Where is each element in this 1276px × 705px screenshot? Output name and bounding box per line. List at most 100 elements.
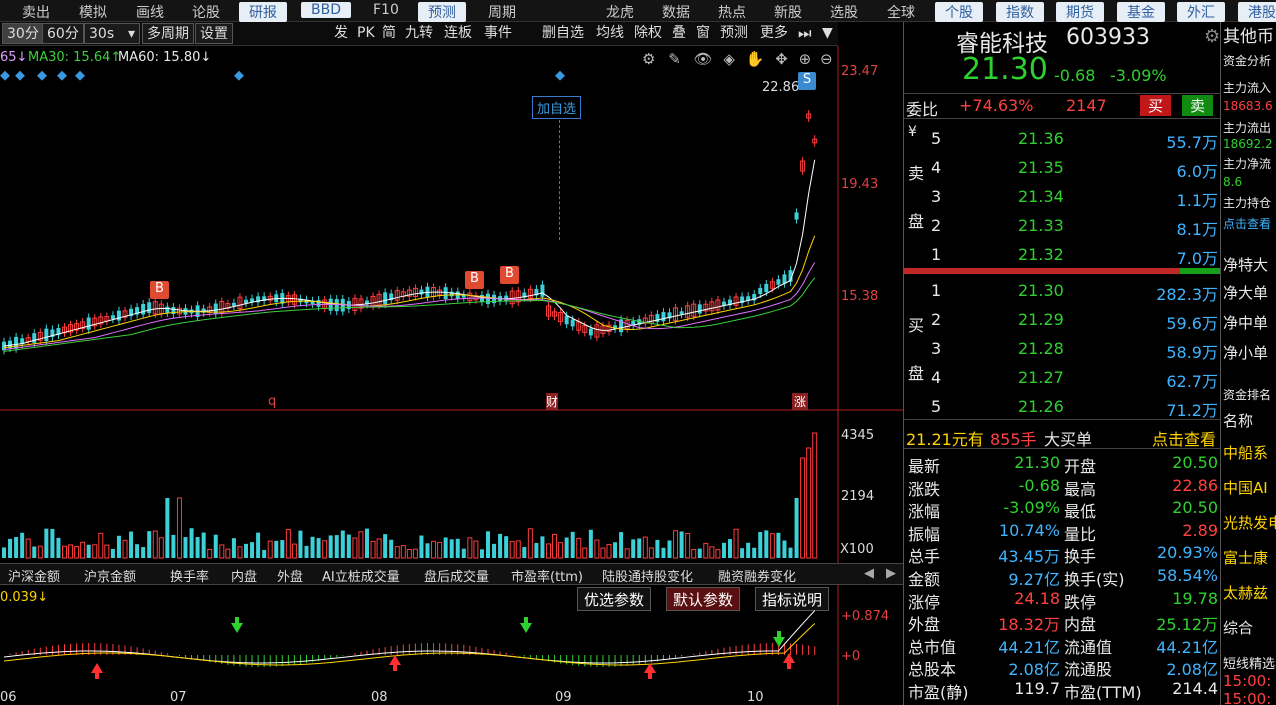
menu-14[interactable]: 全球 [887, 2, 915, 22]
menu-13[interactable]: 选股 [830, 2, 858, 22]
bid-level: 3 [931, 339, 942, 358]
zoom-in-icon[interactable]: ⊕ [799, 50, 812, 68]
toolbar-button-3[interactable]: 九转 [405, 23, 433, 44]
toolbar-button-7[interactable]: 均线 [596, 23, 624, 44]
pen-icon[interactable]: ✎ [668, 50, 681, 68]
settings-button[interactable]: 设置 [195, 23, 233, 44]
net-xl-label: 净特大 [1223, 256, 1269, 274]
big-order-link[interactable]: 点击查看 [1152, 426, 1216, 450]
buy-button[interactable]: 买 [1140, 95, 1172, 116]
sector-item[interactable]: 光热发电 [1223, 512, 1276, 533]
menu-8[interactable]: 周期 [488, 2, 516, 22]
stat-label: 涨跌 [908, 479, 941, 499]
indicator-tab-0[interactable]: 沪深金额 [8, 566, 60, 585]
indicator-tab-6[interactable]: 盘后成交量 [424, 566, 489, 585]
indicator-tab-5[interactable]: AI立桩成交量 [322, 566, 400, 585]
toolbar-button-5[interactable]: 事件 [484, 23, 512, 44]
toolbar-button-8[interactable]: 除权 [634, 23, 662, 44]
collapse-arrow-icon[interactable]: ⏭ [798, 23, 812, 44]
zoom-out-icon[interactable]: ⊖ [820, 50, 833, 68]
hand-icon[interactable]: ✋ [746, 50, 765, 68]
menu-19[interactable]: 外汇 [1177, 2, 1225, 22]
limit-event-marker[interactable]: 涨 [792, 393, 809, 410]
scroll-right-icon[interactable]: ▶ [886, 566, 896, 581]
main-hold-link[interactable]: 点击查看 [1223, 215, 1271, 232]
menu-5[interactable]: BBD [301, 2, 351, 18]
period-30min-button[interactable]: 30分 [2, 23, 44, 44]
time-1: 15:00: [1223, 672, 1272, 690]
period-30s-select[interactable]: 30s ▾ [84, 23, 140, 44]
indicator-tab-7[interactable]: 市盈率(ttm) [511, 566, 583, 585]
move-icon[interactable]: ✥ [775, 50, 788, 68]
sector-item[interactable]: 综合 [1223, 617, 1253, 638]
oscillator-chart[interactable] [0, 585, 903, 705]
main-net-label: 主力净流 [1223, 157, 1272, 171]
layers-icon[interactable]: ◈ [723, 50, 735, 68]
toolbar-button-4[interactable]: 连板 [444, 23, 472, 44]
stat-label: 最低 [1064, 502, 1097, 522]
toolbar-button-1[interactable]: PK [357, 23, 375, 44]
event-q-marker[interactable]: q [268, 394, 276, 409]
indicator-tab-1[interactable]: 沪京金额 [84, 566, 136, 585]
price-change: -0.68 [1054, 66, 1096, 85]
sector-item[interactable]: 太赫兹 [1223, 582, 1268, 603]
main-outflow-label: 主力流出 [1223, 121, 1272, 135]
menu-7[interactable]: 预测 [418, 2, 466, 22]
indicator-tab-8[interactable]: 陆股通持股变化 [602, 566, 693, 585]
menu-0[interactable]: 卖出 [22, 2, 50, 22]
toolbar-button-11[interactable]: 预测 [720, 23, 748, 44]
finance-event-marker[interactable]: 财 [546, 393, 559, 410]
settings-gear-icon[interactable]: ⚙ [642, 50, 655, 68]
toolbar-button-12[interactable]: 更多 [760, 23, 788, 44]
indicator-tab-2[interactable]: 换手率 [170, 566, 209, 585]
toolbar-button-0[interactable]: 发 [334, 23, 348, 44]
sector-item[interactable]: 富士康 [1223, 547, 1268, 568]
menu-15[interactable]: 个股 [935, 2, 983, 22]
indicator-tab-4[interactable]: 外盘 [277, 566, 303, 585]
menu-20[interactable]: 港股 [1238, 2, 1276, 22]
main-inflow-value: 18683.6 [1223, 99, 1273, 113]
dropdown-arrow-icon[interactable]: ▼ [822, 23, 833, 44]
menu-17[interactable]: 期货 [1056, 2, 1104, 22]
menu-12[interactable]: 新股 [774, 2, 802, 22]
indicator-tab-9[interactable]: 融资融券变化 [718, 566, 796, 585]
menu-10[interactable]: 数据 [662, 2, 690, 22]
sell-button[interactable]: 卖 [1182, 95, 1214, 116]
stat-label: 开盘 [1064, 457, 1097, 476]
menu-3[interactable]: 论股 [192, 2, 220, 22]
menu-1[interactable]: 模拟 [79, 2, 107, 22]
price-axis-mid: 19.43 [841, 177, 879, 192]
other-tab[interactable]: 其他币 [1223, 22, 1274, 47]
sector-item[interactable]: 中船系 [1223, 442, 1268, 463]
menu-4[interactable]: 研报 [239, 2, 287, 22]
stat-value: 20.50 [1172, 453, 1218, 472]
chart-toolbar: 30分 60分 30s ▾ 多周期 设置 发 PK 简九转 连板 事件 删自选 均线 除权叠窗预… [0, 22, 838, 46]
fund-rank-label: 资金排名 [1223, 388, 1272, 402]
gear-icon[interactable]: ⚙ [1204, 26, 1220, 47]
weibi-diff: 2147 [1066, 96, 1107, 115]
toolbar-button-2[interactable]: 简 [382, 23, 396, 44]
ask-price: 21.33 [1018, 216, 1064, 235]
period-60min-button[interactable]: 60分 [42, 23, 84, 44]
kline-chart[interactable] [0, 46, 903, 563]
toolbar-button-6[interactable]: 删自选 [542, 23, 584, 44]
indicator-tab-3[interactable]: 内盘 [231, 566, 257, 585]
menu-16[interactable]: 指数 [996, 2, 1044, 22]
multi-period-button[interactable]: 多周期 [142, 23, 194, 44]
menu-11[interactable]: 热点 [718, 2, 746, 22]
toolbar-button-10[interactable]: 窗 [696, 23, 710, 44]
eye-icon[interactable]: 👁 [694, 50, 713, 68]
menu-6[interactable]: F10 [373, 2, 399, 18]
sector-item[interactable]: 中国AI [1223, 477, 1268, 498]
menu-9[interactable]: 龙虎 [606, 2, 634, 22]
stat-value: 21.30 [1014, 453, 1060, 472]
chart-tools: ⚙ ✎ 👁 ◈ ✋ ✥ ⊕ ⊖ [642, 50, 833, 68]
big-order-price: 21.21元有 [906, 430, 984, 449]
stat-label: 换手(实) [1064, 570, 1125, 589]
bid-ask-ratio-bar [904, 268, 1180, 274]
scroll-left-icon[interactable]: ◀ [864, 566, 874, 581]
add-watchlist-marker[interactable]: 加自选 [532, 96, 582, 119]
menu-18[interactable]: 基金 [1117, 2, 1165, 22]
menu-2[interactable]: 画线 [136, 2, 164, 22]
toolbar-button-9[interactable]: 叠 [672, 23, 686, 44]
